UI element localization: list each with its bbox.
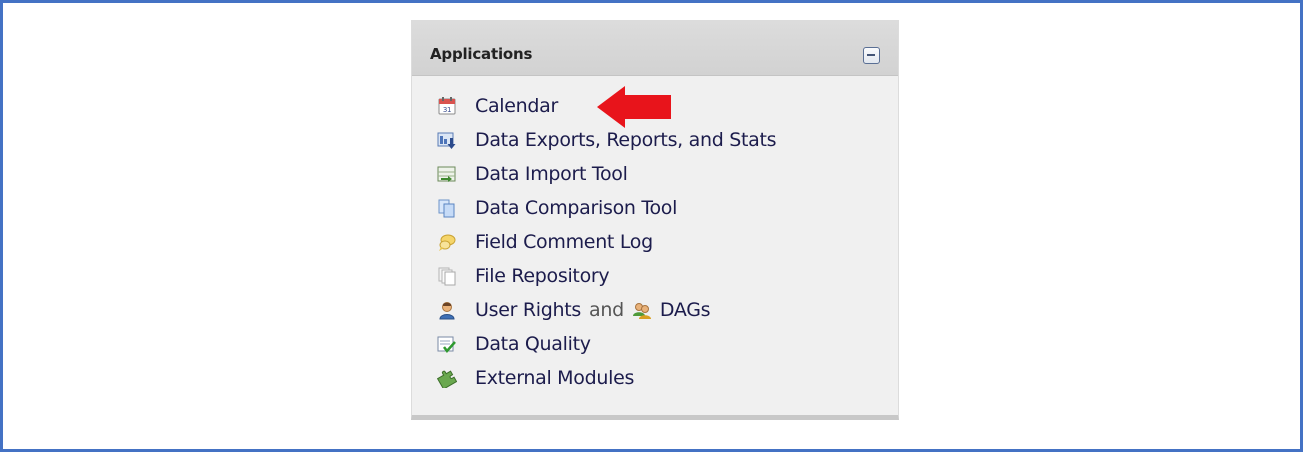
user-icon bbox=[437, 300, 457, 320]
menu-item-label[interactable]: Calendar bbox=[475, 95, 558, 117]
menu-item-label[interactable]: Field Comment Log bbox=[475, 231, 653, 253]
panel-title: Applications bbox=[430, 45, 533, 63]
menu-item-file-repository[interactable]: File Repository bbox=[437, 259, 776, 293]
red-arrow-icon bbox=[597, 86, 671, 128]
and-connector: and bbox=[588, 299, 624, 321]
user-rights-link[interactable]: User Rights bbox=[475, 299, 581, 321]
file-repository-icon bbox=[437, 266, 457, 286]
menu-item-external-modules[interactable]: External Modules bbox=[437, 361, 776, 395]
screenshot-frame: Applications 31 Calendar Data Exports, R… bbox=[0, 0, 1303, 452]
data-export-icon bbox=[437, 130, 457, 150]
menu-item-label[interactable]: External Modules bbox=[475, 367, 634, 389]
data-import-icon bbox=[437, 164, 457, 184]
collapse-minus-icon[interactable] bbox=[863, 47, 880, 64]
menu-item-data-quality[interactable]: Data Quality bbox=[437, 327, 776, 361]
group-icon bbox=[632, 300, 652, 320]
menu-item-label[interactable]: Data Quality bbox=[475, 333, 591, 355]
data-comparison-icon bbox=[437, 198, 457, 218]
panel-header: Applications bbox=[412, 21, 898, 76]
menu-item-data-import[interactable]: Data Import Tool bbox=[437, 157, 776, 191]
puzzle-icon bbox=[437, 368, 457, 388]
calendar-icon: 31 bbox=[437, 96, 457, 116]
menu-item-label[interactable]: Data Comparison Tool bbox=[475, 197, 677, 219]
menu-item-label[interactable]: File Repository bbox=[475, 265, 610, 287]
svg-text:31: 31 bbox=[443, 106, 451, 114]
menu-item-user-rights-dags: User Rights and DAGs bbox=[437, 293, 776, 327]
dags-link[interactable]: DAGs bbox=[660, 299, 711, 321]
comment-log-icon bbox=[437, 232, 457, 252]
menu-item-field-comment-log[interactable]: Field Comment Log bbox=[437, 225, 776, 259]
menu-item-label[interactable]: Data Exports, Reports, and Stats bbox=[475, 129, 777, 151]
data-quality-icon bbox=[437, 334, 457, 354]
menu-item-data-comparison[interactable]: Data Comparison Tool bbox=[437, 191, 776, 225]
applications-menu: 31 Calendar Data Exports, Reports, and S… bbox=[437, 89, 777, 395]
menu-item-label[interactable]: Data Import Tool bbox=[475, 163, 628, 185]
